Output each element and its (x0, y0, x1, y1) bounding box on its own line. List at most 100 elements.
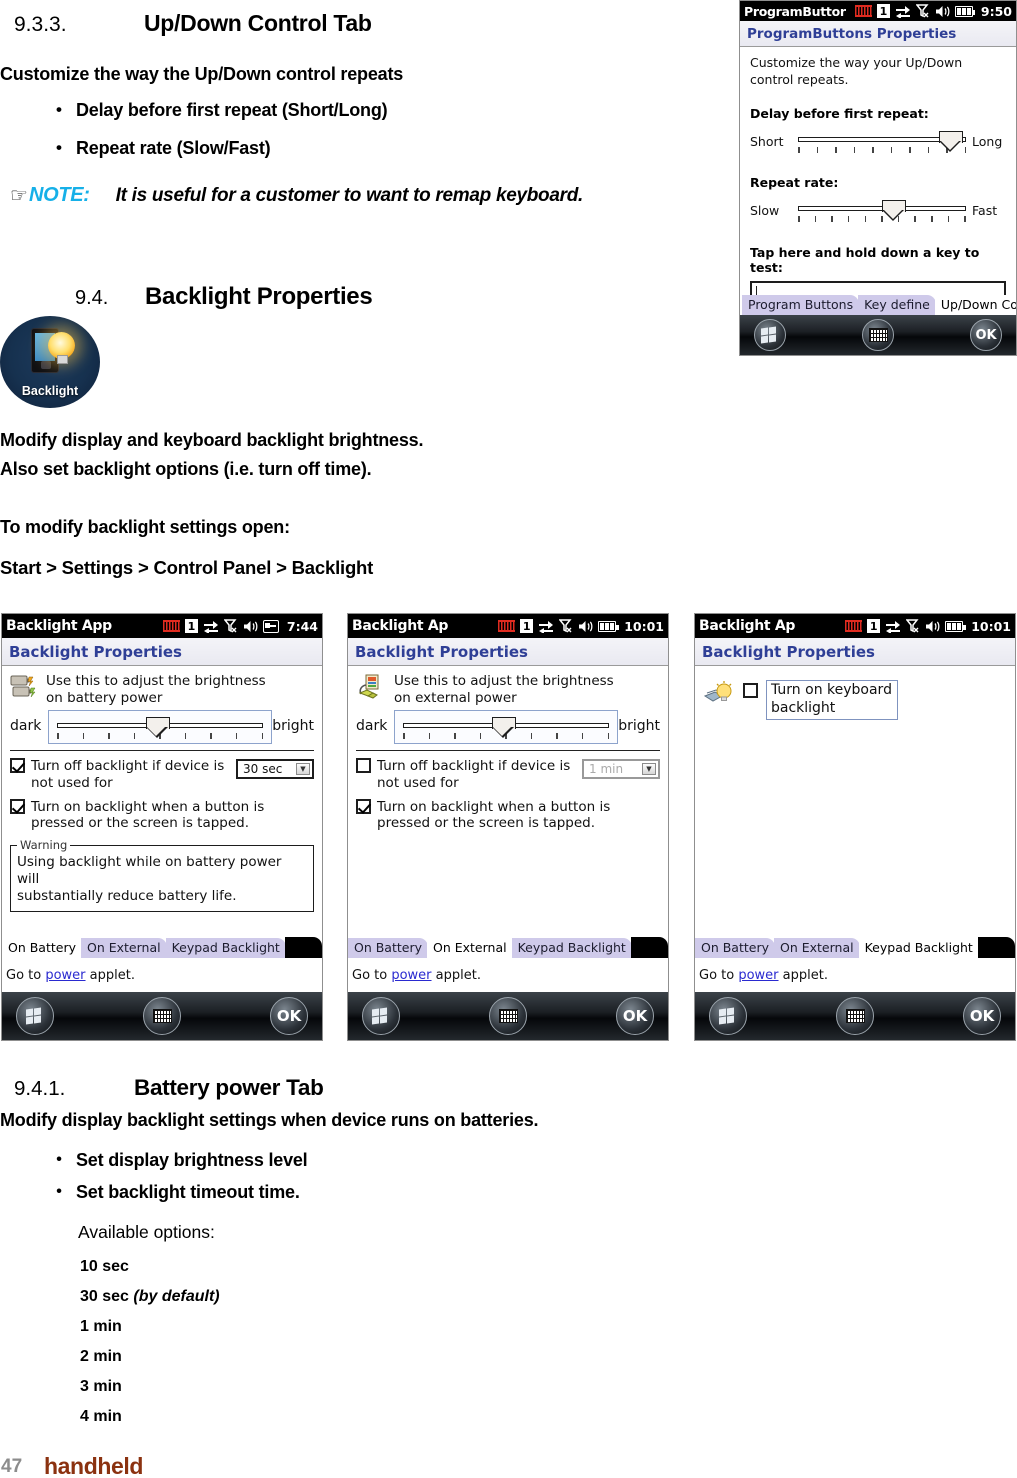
bullet-marker: • (56, 138, 62, 157)
timeout-checkbox-row[interactable]: Turn off backlight if device is not used… (10, 757, 314, 792)
chevron-down-icon[interactable]: ▼ (296, 762, 310, 775)
repeat-slider-row[interactable]: Slow Fast (750, 198, 1006, 228)
repeat-rate-slider[interactable] (798, 198, 966, 228)
tab-key-define[interactable]: Key define (858, 295, 936, 315)
option-item: 30 sec (by default) (80, 1288, 220, 1306)
keyboard-button[interactable] (143, 997, 181, 1035)
brightness-help-text: Use this to adjust the brightness on bat… (46, 673, 266, 707)
titlebar-status-icons: 1 10:01 (498, 619, 664, 634)
option-value: 10 sec (80, 1258, 129, 1275)
slider-max-label: bright (618, 718, 660, 734)
titlebar: Backlight Ap 1 10:01 (348, 614, 668, 638)
note-label: NOTE: (28, 184, 90, 206)
help-line-1: Use this to adjust the brightness (46, 673, 266, 689)
timeout-checkbox[interactable] (356, 757, 371, 773)
chevron-down-icon[interactable]: ▼ (642, 762, 656, 775)
tab-strip-filler (977, 937, 1015, 958)
tab-on-external[interactable]: On External (427, 938, 513, 958)
start-button[interactable] (754, 319, 786, 351)
tab-on-external[interactable]: On External (81, 938, 167, 958)
keyboard-backlight-checkbox[interactable] (743, 683, 758, 698)
brightness-slider-row[interactable]: dark bright (10, 709, 314, 744)
titlebar: Backlight Ap 1 10:01 (695, 614, 1015, 638)
external-power-icon (262, 619, 279, 633)
ok-button[interactable]: OK (963, 997, 1001, 1035)
label-line-1: Turn off backlight if device is (31, 757, 225, 774)
option-item: 1 min (80, 1318, 122, 1336)
tab-on-battery[interactable]: On Battery (695, 938, 775, 958)
timeout-checkbox[interactable] (10, 757, 25, 773)
option-item: 3 min (80, 1378, 122, 1396)
connectivity-icon (538, 620, 554, 633)
paragraph-modify-2: Also set backlight options (i.e. turn of… (0, 459, 372, 479)
button-wake-checkbox[interactable] (356, 798, 371, 814)
timeout-dropdown[interactable]: 1 min ▼ (582, 758, 660, 779)
slider-frame[interactable] (48, 709, 272, 744)
dialog-title: Backlight Properties (348, 638, 668, 666)
start-button[interactable] (362, 997, 400, 1035)
tab-on-battery[interactable]: On Battery (2, 938, 82, 958)
slider-thumb[interactable] (145, 716, 170, 738)
slider-thumb[interactable] (491, 716, 516, 738)
delay-slider[interactable] (798, 129, 966, 159)
dialog-title: Backlight Properties (695, 638, 1015, 666)
barcode-icon (498, 620, 516, 632)
tab-program-buttons[interactable]: Program Buttons (742, 295, 860, 315)
ok-button[interactable]: OK (970, 319, 1002, 351)
soft-key-bar: OK (2, 992, 322, 1040)
slider-thumb[interactable] (882, 199, 906, 221)
start-button[interactable] (709, 997, 747, 1035)
heading-9-4-1: 9.4.1. Battery power Tab (14, 1075, 714, 1101)
goto-prefix: Go to (6, 968, 46, 983)
power-applet-link[interactable]: power (738, 968, 778, 983)
tab-strip-filler (630, 937, 668, 958)
tab-on-external[interactable]: On External (774, 938, 860, 958)
label-line-2: not used for (377, 774, 459, 791)
brightness-help-row: Use this to adjust the brightness on bat… (10, 673, 314, 707)
keyboard-button[interactable] (489, 997, 527, 1035)
label-line-1: Turn on backlight when a button is (31, 798, 265, 815)
delay-slider-row[interactable]: Short Long (750, 129, 1006, 159)
tab-keypad-backlight[interactable]: Keypad Backlight (165, 938, 286, 958)
brightness-slider[interactable] (57, 715, 263, 741)
titlebar-status-icons: 1 9:50 (854, 4, 1012, 19)
connectivity-icon (203, 620, 219, 633)
timeout-dropdown[interactable]: 30 sec ▼ (236, 758, 314, 779)
slider-max-label: Fast (972, 202, 998, 218)
slider-min-label: dark (356, 718, 388, 734)
keyboard-backlight-row[interactable]: Turn on keyboard backlight (703, 680, 1007, 720)
timeout-value: 1 min (589, 761, 624, 776)
ok-button[interactable]: OK (270, 997, 308, 1035)
goto-power-applet-row: Go to power applet. (2, 968, 322, 983)
bullet-item: • Repeat rate (Slow/Fast) (42, 138, 271, 159)
start-button[interactable] (16, 997, 54, 1035)
tab-keypad-backlight[interactable]: Keypad Backlight (511, 938, 632, 958)
slider-frame[interactable] (394, 709, 618, 744)
button-wake-checkbox-row[interactable]: Turn on backlight when a button is press… (356, 798, 660, 833)
ok-button[interactable]: OK (616, 997, 654, 1035)
paragraph-customize: Customize the way the Up/Down control re… (0, 64, 404, 84)
tab-up-down-control[interactable]: Up/Down Control (934, 295, 1016, 315)
slider-min-label: dark (10, 718, 42, 734)
battery-icon (598, 620, 619, 632)
tab-on-battery[interactable]: On Battery (348, 938, 428, 958)
available-options-label: Available options: (78, 1222, 215, 1242)
goto-power-applet-row: Go to power applet. (348, 968, 668, 983)
tab-keypad-backlight[interactable]: Keypad Backlight (858, 938, 979, 958)
signal-off-icon (558, 619, 573, 633)
slider-thumb[interactable] (939, 130, 964, 152)
footer-brand: handheld (44, 1453, 144, 1478)
button-wake-checkbox[interactable] (10, 798, 25, 814)
delay-label: Delay before first repeat: (750, 105, 929, 121)
power-applet-link[interactable]: power (45, 968, 85, 983)
goto-prefix: Go to (352, 968, 392, 983)
screenshot-backlight-keypad: Backlight Ap 1 10:01 Backlight Propertie… (694, 613, 1016, 1041)
help-line-1: Use this to adjust the brightness (394, 673, 614, 689)
button-wake-checkbox-row[interactable]: Turn on backlight when a button is press… (10, 798, 314, 833)
keyboard-button[interactable] (862, 319, 894, 351)
brightness-slider[interactable] (403, 715, 609, 741)
power-applet-link[interactable]: power (391, 968, 431, 983)
brightness-slider-row[interactable]: dark bright (356, 709, 660, 744)
keyboard-button[interactable] (836, 997, 874, 1035)
timeout-checkbox-row[interactable]: Turn off backlight if device is not used… (356, 757, 660, 792)
